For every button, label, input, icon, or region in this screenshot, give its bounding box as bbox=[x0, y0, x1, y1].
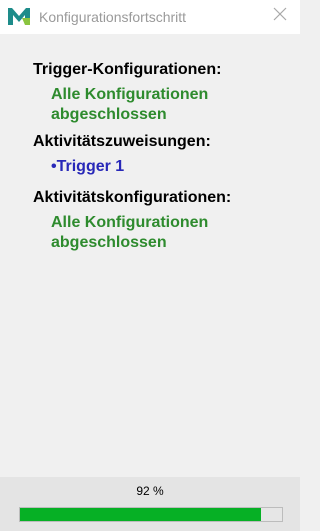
title-bar: Konfigurationsfortschritt bbox=[0, 0, 300, 34]
activity-config-status: Alle Konfigurationen abgeschlossen bbox=[51, 214, 209, 251]
window-title: Konfigurationsfortschritt bbox=[39, 9, 187, 25]
activity-assignments-status: •Trigger 1 bbox=[51, 158, 125, 175]
progress-percent-label: 92 % bbox=[136, 484, 164, 498]
trigger-config-heading: Trigger-Konfigurationen: bbox=[33, 61, 222, 78]
activity-config-heading: Aktivitätskonfigurationen: bbox=[33, 189, 232, 206]
close-icon bbox=[273, 7, 287, 26]
trigger-config-status: Alle Konfigurationen abgeschlossen bbox=[51, 86, 209, 123]
progress-window: Konfigurationsfortschritt Trigger-Konfig… bbox=[0, 0, 300, 531]
progress-bar-fill bbox=[20, 508, 262, 521]
close-button[interactable] bbox=[268, 5, 292, 27]
status-content: Trigger-Konfigurationen: Alle Konfigurat… bbox=[0, 34, 300, 477]
m-logo-icon bbox=[7, 6, 31, 26]
activity-assignments-heading: Aktivitätszuweisungen: bbox=[33, 133, 211, 150]
progress-bar bbox=[19, 507, 283, 522]
progress-footer: 92 % bbox=[0, 477, 300, 531]
